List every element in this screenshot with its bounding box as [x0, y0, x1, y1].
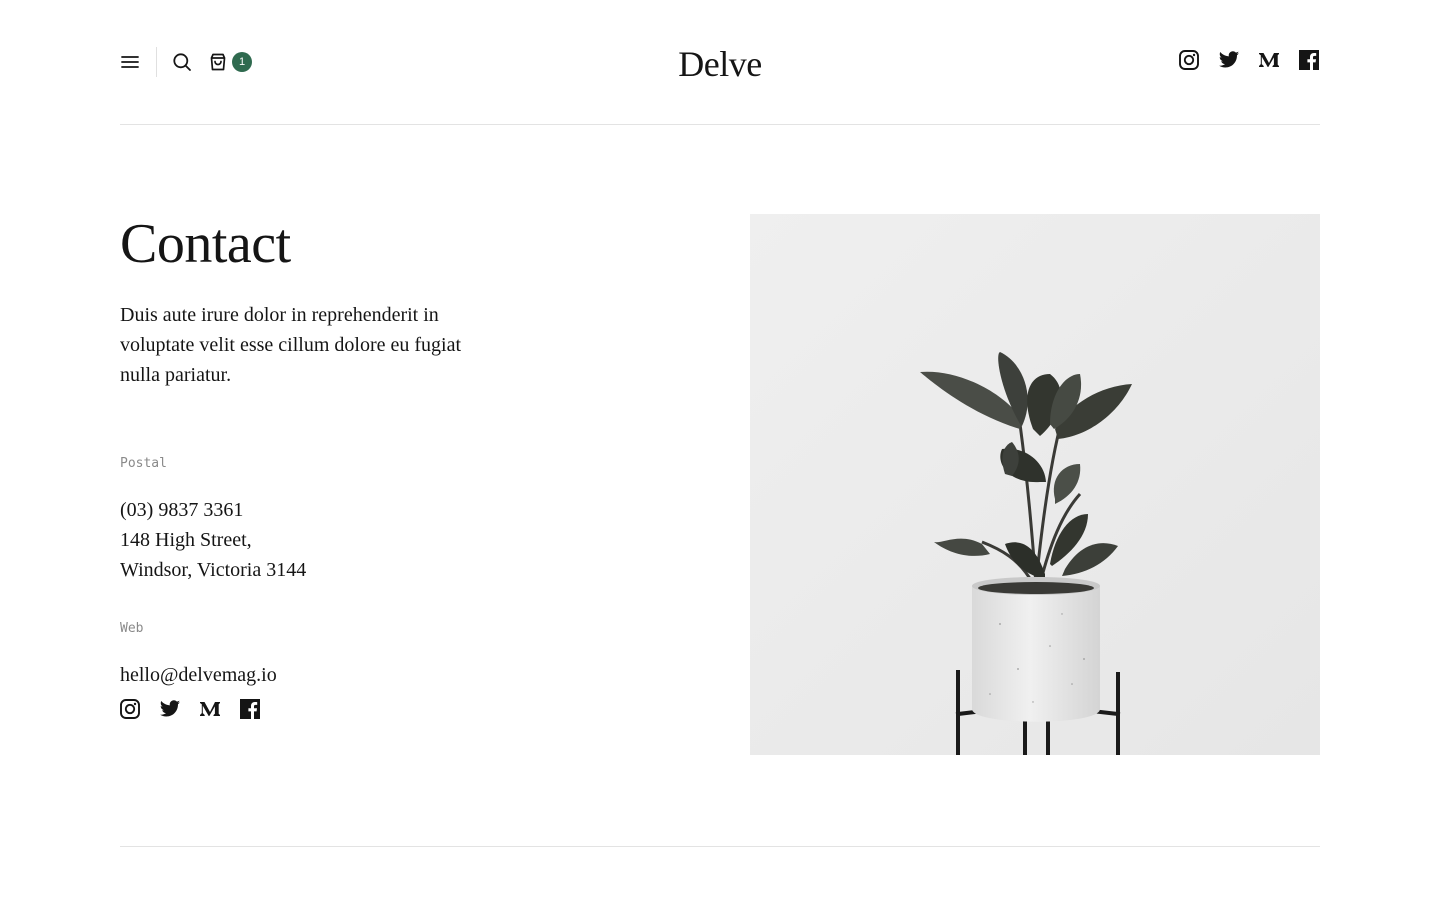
site-header: 1 Delve — [120, 0, 1320, 125]
email-link[interactable]: hello@delvemag.io — [120, 660, 277, 690]
intro-text: Duis aute irure dolor in reprehenderit i… — [120, 304, 462, 386]
planter-pot — [972, 577, 1100, 722]
twitter-icon[interactable] — [159, 698, 181, 720]
twitter-icon[interactable] — [1218, 49, 1240, 71]
instagram-icon[interactable] — [1178, 49, 1200, 71]
city-address: Windsor, Victoria 3144 — [120, 559, 307, 581]
phone-number: (03) 9837 3361 — [120, 499, 244, 521]
site-logo[interactable]: Delve — [678, 44, 762, 84]
medium-icon[interactable] — [199, 698, 221, 720]
medium-icon[interactable] — [1258, 49, 1280, 71]
plant-photo — [750, 214, 1320, 755]
postal-label: Postal — [120, 456, 167, 471]
contact-social-links — [119, 698, 261, 720]
page-title: Contact — [120, 213, 291, 275]
instagram-icon[interactable] — [119, 698, 141, 720]
facebook-icon[interactable] — [1298, 49, 1320, 71]
site-logo-wrap: Delve — [120, 42, 1320, 86]
web-label: Web — [120, 621, 144, 636]
footer-divider — [120, 846, 1320, 847]
street-address: 148 High Street, — [120, 529, 252, 551]
header-social-links — [1178, 49, 1320, 71]
facebook-icon[interactable] — [239, 698, 261, 720]
postal-address: (03) 9837 3361 148 High Street, Windsor,… — [120, 495, 306, 585]
